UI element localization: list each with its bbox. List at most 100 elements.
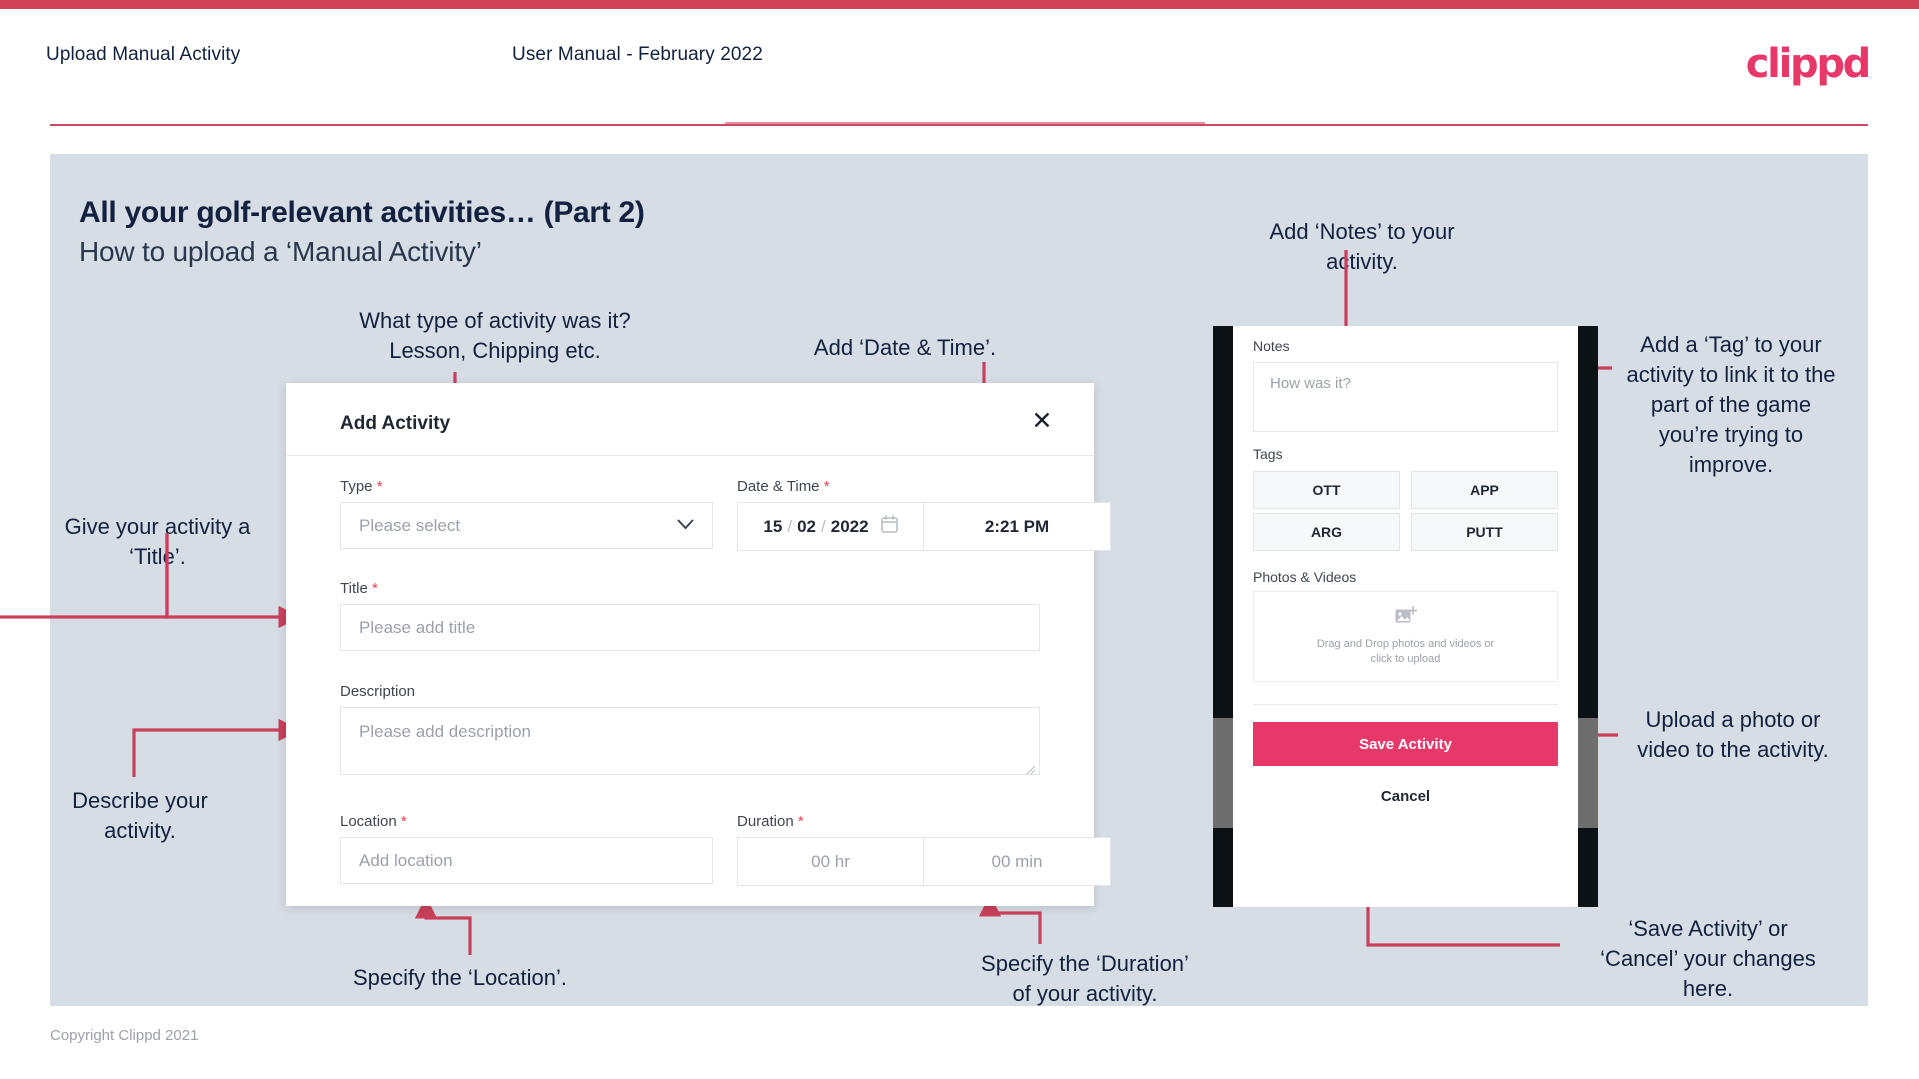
scrollbar-thumb-left[interactable] <box>1213 718 1233 828</box>
title-required-mark: * <box>371 580 378 597</box>
annotation-location: Specify the ‘Location’. <box>352 965 568 990</box>
date-sep-2: / <box>821 516 826 536</box>
tag-button-app[interactable]: APP <box>1411 471 1558 509</box>
cancel-button[interactable]: Cancel <box>1253 781 1558 811</box>
notes-placeholder: How was it? <box>1270 375 1351 392</box>
title-label-text: Title <box>340 580 368 597</box>
duration-hours-input[interactable]: 00 hr <box>738 838 924 885</box>
annotation-duration: Specify the ‘Duration’ of your activity. <box>955 949 1215 1009</box>
save-activity-button[interactable]: Save Activity <box>1253 722 1558 766</box>
phone-mockup: Notes How was it? Tags OTT APP ARG PUTT … <box>1213 326 1598 907</box>
title-input[interactable]: Please add title <box>340 604 1040 651</box>
calendar-icon[interactable] <box>880 515 898 538</box>
annotation-describe-line2: activity. <box>104 818 176 843</box>
title-placeholder: Please add title <box>359 617 476 637</box>
annotation-title: Give your activity a ‘Title’. <box>50 512 265 572</box>
photos-videos-label: Photos & Videos <box>1253 569 1357 585</box>
dropzone-line1: Drag and Drop photos and videos or <box>1316 638 1495 650</box>
header-divider <box>50 124 1868 126</box>
dropzone-text: Drag and Drop photos and videos or click… <box>1317 637 1494 667</box>
tags-label: Tags <box>1253 446 1283 462</box>
description-input[interactable]: Please add description <box>340 707 1040 775</box>
duration-minutes-input[interactable]: 00 min <box>924 838 1110 885</box>
annotation-notes-line1: Add ‘Notes’ to your <box>1269 219 1455 244</box>
slide-page: Upload Manual Activity User Manual - Feb… <box>0 0 1919 1079</box>
header-left-title: Upload Manual Activity <box>46 44 241 65</box>
annotation-title-line2: ‘Title’. <box>129 544 186 569</box>
annotation-type-line1: What type of activity was it? <box>359 308 631 333</box>
date-sep-1: / <box>787 516 793 536</box>
location-label-text: Location <box>340 813 397 830</box>
datetime-field[interactable]: 15 / 02 / 2022 2:21 PM <box>737 502 1111 551</box>
header-divider-highlight <box>725 122 1205 124</box>
photo-dropzone[interactable]: Drag and Drop photos and videos or click… <box>1253 591 1558 682</box>
add-activity-dialog: Add Activity ✕ Type * Please select Date… <box>286 383 1111 906</box>
type-required-mark: * <box>376 478 383 495</box>
notes-input[interactable]: How was it? <box>1253 362 1558 432</box>
type-label-text: Type <box>340 478 373 495</box>
dropzone-line2: click to upload <box>1370 653 1441 665</box>
annotation-tag: Add a ‘Tag’ to your activity to link it … <box>1626 332 1836 477</box>
annotation-datetime: Add ‘Date & Time’. <box>813 335 997 360</box>
type-placeholder: Please select <box>359 515 461 535</box>
datetime-label-text: Date & Time <box>737 478 820 495</box>
phone-bezel-left <box>1213 326 1233 907</box>
description-label-text: Description <box>340 683 416 700</box>
duration-hours-placeholder: 00 hr <box>811 851 850 871</box>
notes-label: Notes <box>1253 338 1290 354</box>
time-value: 2:21 PM <box>984 516 1050 536</box>
duration-minutes-placeholder: 00 min <box>991 851 1043 871</box>
top-accent-stripe <box>0 0 1919 9</box>
header-center-title: User Manual - February 2022 <box>512 44 763 65</box>
tag-button-ott[interactable]: OTT <box>1253 471 1400 509</box>
phone-divider <box>1253 704 1558 705</box>
phone-screen: Notes How was it? Tags OTT APP ARG PUTT … <box>1233 326 1578 907</box>
clippd-logo: clippd <box>1745 41 1872 87</box>
location-required-mark: * <box>400 813 407 830</box>
duration-field[interactable]: 00 hr 00 min <box>737 837 1111 886</box>
dialog-divider <box>286 455 1094 456</box>
annotation-notes: Add ‘Notes’ to your activity. <box>1252 217 1472 277</box>
tag-button-arg[interactable]: ARG <box>1253 513 1400 551</box>
date-day: 15 <box>763 516 783 536</box>
date-input[interactable]: 15 / 02 / 2022 <box>738 503 924 550</box>
chevron-down-icon <box>677 517 694 535</box>
datetime-label: Date & Time * <box>737 478 830 495</box>
annotation-notes-line2: activity. <box>1326 249 1398 274</box>
description-label: Description <box>340 683 415 700</box>
footer-copyright: Copyright Clippd 2021 <box>50 1027 199 1044</box>
resize-handle-icon[interactable] <box>1026 762 1036 775</box>
annotation-describe: Describe your activity. <box>50 786 230 846</box>
type-label: Type * <box>340 478 383 495</box>
scrollbar-thumb-right[interactable] <box>1578 718 1598 828</box>
annotation-duration-line1: Specify the ‘Duration’ <box>981 951 1189 976</box>
annotation-type: What type of activity was it? Lesson, Ch… <box>345 306 645 366</box>
location-label: Location * <box>340 813 407 830</box>
close-icon[interactable]: ✕ <box>1027 407 1057 437</box>
title-label: Title * <box>340 580 378 597</box>
date-month: 02 <box>797 516 816 536</box>
annotation-upload-line1: Upload a photo or <box>1645 707 1821 732</box>
time-input[interactable]: 2:21 PM <box>924 503 1110 550</box>
location-placeholder: Add location <box>359 850 453 870</box>
tag-button-putt[interactable]: PUTT <box>1411 513 1558 551</box>
slide-heading: All your golf-relevant activities… (Part… <box>79 196 645 229</box>
annotation-save: ‘Save Activity’ or ‘Cancel’ your changes… <box>1568 914 1848 1004</box>
type-select[interactable]: Please select <box>340 502 713 549</box>
datetime-required-mark: * <box>823 478 830 495</box>
annotation-save-line3: here. <box>1682 976 1734 1001</box>
annotation-upload-line2: video to the activity. <box>1637 737 1829 762</box>
annotation-title-line1: Give your activity a <box>64 514 251 539</box>
add-image-icon <box>1395 606 1417 631</box>
annotation-upload: Upload a photo or video to the activity. <box>1622 705 1844 765</box>
annotation-save-line1: ‘Save Activity’ or <box>1628 916 1788 941</box>
phone-bezel-right <box>1578 326 1598 907</box>
duration-label-text: Duration <box>737 813 794 830</box>
annotation-save-line2: ‘Cancel’ your changes <box>1600 946 1816 971</box>
duration-required-mark: * <box>797 813 804 830</box>
slide-subheading: How to upload a ‘Manual Activity’ <box>79 236 482 267</box>
annotation-type-line2: Lesson, Chipping etc. <box>389 338 601 363</box>
location-input[interactable]: Add location <box>340 837 713 884</box>
annotation-describe-line1: Describe your <box>72 788 208 813</box>
description-placeholder: Please add description <box>359 722 532 741</box>
